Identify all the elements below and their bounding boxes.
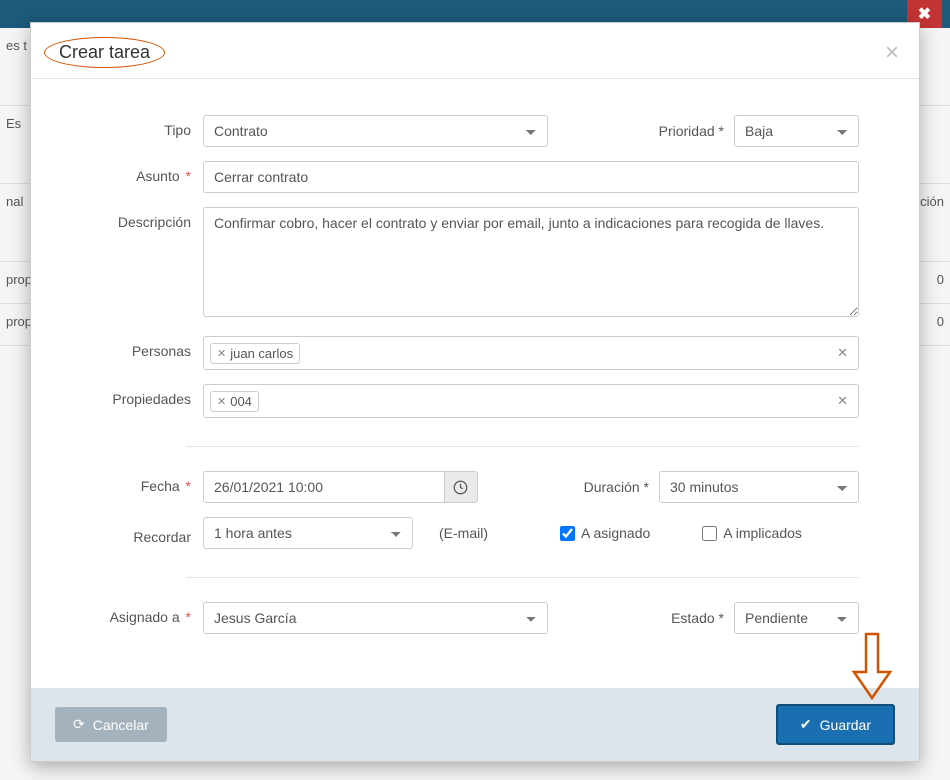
clock-icon[interactable] [445, 471, 478, 503]
tag-remove-icon[interactable]: ✕ [217, 395, 226, 408]
asignado-a-select[interactable]: Jesus García [203, 602, 548, 634]
person-tag[interactable]: ✕juan carlos [210, 343, 300, 364]
personas-label: Personas [91, 336, 191, 359]
clear-personas-icon[interactable]: ✕ [837, 345, 848, 361]
tipo-label: Tipo [91, 115, 191, 138]
cancel-button[interactable]: ⟳ Cancelar [55, 707, 167, 742]
duracion-select[interactable]: 30 minutos [659, 471, 859, 503]
descripcion-textarea[interactable]: Confirmar cobro, hacer el contrato y env… [203, 207, 859, 317]
save-button[interactable]: ✔ Guardar [776, 704, 895, 745]
propiedades-taginput[interactable]: ✕004 ✕ [203, 384, 859, 418]
property-tag[interactable]: ✕004 [210, 391, 259, 412]
separator [186, 577, 859, 578]
tipo-select[interactable]: Contrato [203, 115, 548, 147]
personas-taginput[interactable]: ✕juan carlos ✕ [203, 336, 859, 370]
recordar-select[interactable]: 1 hora antes [203, 517, 413, 549]
clear-propiedades-icon[interactable]: ✕ [837, 393, 848, 409]
propiedades-label: Propiedades [91, 384, 191, 407]
separator [186, 446, 859, 447]
recordar-label: Recordar [91, 522, 191, 545]
a-asignado-label: A asignado [581, 525, 650, 541]
duracion-label: Duración * [584, 479, 649, 495]
a-asignado-checkbox[interactable] [560, 526, 575, 541]
modal-footer: ⟳ Cancelar ✔ Guardar [31, 688, 919, 761]
email-hint: (E-mail) [439, 525, 488, 541]
fecha-input[interactable] [203, 471, 445, 503]
asignado-a-label: Asignado a * [91, 602, 191, 625]
close-icon[interactable]: × [885, 39, 899, 67]
prioridad-select[interactable]: Baja [734, 115, 859, 147]
annotation-arrow-icon [850, 632, 895, 700]
asunto-input[interactable] [203, 161, 859, 193]
create-task-modal: Crear tarea × Tipo Contrato Prioridad * … [30, 22, 920, 762]
estado-label: Estado * [671, 610, 724, 626]
a-implicados-checkbox[interactable] [702, 526, 717, 541]
descripcion-label: Descripción [91, 207, 191, 230]
modal-header: Crear tarea × [31, 23, 919, 79]
fecha-label: Fecha * [91, 471, 191, 494]
a-implicados-label: A implicados [723, 525, 802, 541]
modal-title: Crear tarea [44, 37, 165, 68]
estado-select[interactable]: Pendiente [734, 602, 859, 634]
prioridad-label: Prioridad * [659, 123, 724, 139]
check-icon: ✔ [800, 716, 812, 733]
tag-remove-icon[interactable]: ✕ [217, 347, 226, 360]
asunto-label: Asunto * [91, 161, 191, 184]
modal-body: Tipo Contrato Prioridad * Baja Asunto * … [31, 79, 919, 688]
undo-icon: ⟳ [73, 716, 85, 733]
